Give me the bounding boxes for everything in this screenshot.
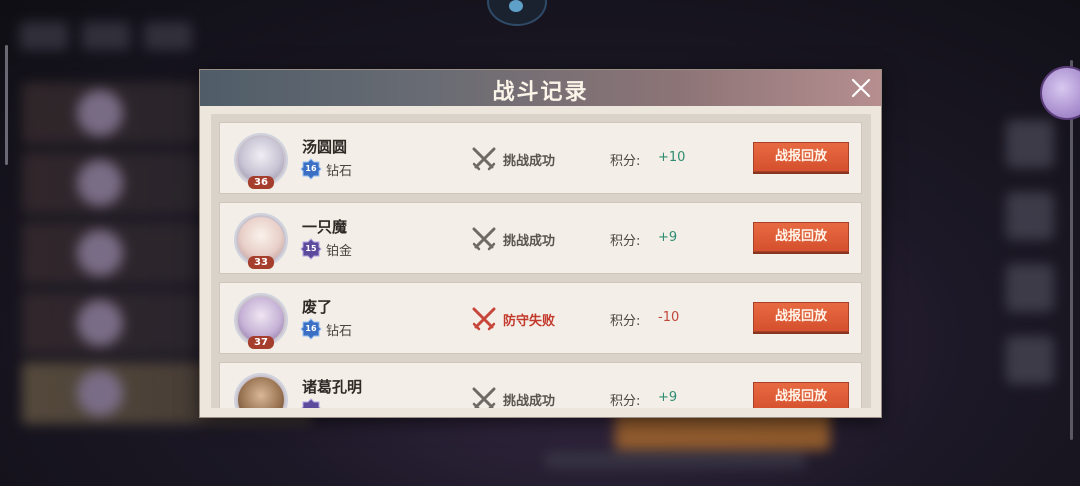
replay-button[interactable]: 战报回放 — [753, 222, 849, 252]
score-value: +10 — [658, 150, 686, 165]
battle-result: 挑战成功 — [503, 154, 556, 169]
score-value: -10 — [658, 310, 680, 325]
record-row: 37 废了 16 钻石 防守失败 积分: -10 战报回放 — [219, 282, 862, 354]
crossed-swords-icon — [472, 147, 496, 171]
battle-record-dialog: 战斗记录 36 汤圆圆 16 钻石 挑战成功 积分: +10 战报回放 33 一… — [199, 69, 882, 418]
score-label: 积分: — [610, 154, 641, 169]
rank-number: 16 — [305, 164, 317, 173]
battle-result: 挑战成功 — [503, 234, 556, 249]
record-list[interactable]: 36 汤圆圆 16 钻石 挑战成功 积分: +10 战报回放 33 一只魔 15… — [211, 114, 871, 408]
score-label: 积分: — [610, 314, 641, 329]
record-row: 33 一只魔 15 铂金 挑战成功 积分: +9 战报回放 — [219, 202, 862, 274]
player-name: 废了 — [302, 298, 333, 316]
crossed-swords-icon — [472, 387, 496, 408]
rank-name: 铂金 — [326, 244, 353, 259]
left-edge-bar — [5, 45, 8, 165]
player-name: 一只魔 — [302, 218, 348, 236]
player-level: 37 — [248, 336, 274, 349]
score-value: +9 — [658, 390, 678, 405]
dialog-header: 战斗记录 — [200, 70, 881, 106]
battle-result: 挑战成功 — [503, 394, 556, 408]
player-name: 诸葛孔明 — [302, 378, 363, 396]
rank-name: 钻石 — [326, 164, 353, 179]
crossed-swords-red-icon — [472, 307, 496, 331]
player-level: 33 — [248, 256, 274, 269]
avatar-frame — [234, 373, 288, 408]
rank-number: 16 — [305, 324, 317, 333]
replay-button[interactable]: 战报回放 — [753, 382, 849, 408]
score-label: 积分: — [610, 394, 641, 408]
score-value: +9 — [658, 230, 678, 245]
player-name: 汤圆圆 — [302, 138, 348, 156]
replay-button[interactable]: 战报回放 — [753, 302, 849, 332]
background-caption — [545, 452, 805, 468]
dialog-title: 战斗记录 — [492, 79, 589, 105]
record-row: 诸葛孔明 挑战成功 积分: +9 战报回放 — [219, 362, 862, 408]
replay-button[interactable]: 战报回放 — [753, 142, 849, 172]
crossed-swords-icon — [472, 227, 496, 251]
battle-result: 防守失败 — [503, 314, 556, 329]
background-topbar — [20, 18, 240, 54]
rank-number: 15 — [305, 244, 317, 253]
rank-name: 钻石 — [326, 324, 353, 339]
score-label: 积分: — [610, 234, 641, 249]
player-level: 36 — [248, 176, 274, 189]
rank-icon — [301, 398, 321, 408]
record-row: 36 汤圆圆 16 钻石 挑战成功 积分: +10 战报回放 — [219, 122, 862, 194]
background-side-menu — [1000, 110, 1060, 410]
close-icon[interactable] — [849, 76, 873, 100]
